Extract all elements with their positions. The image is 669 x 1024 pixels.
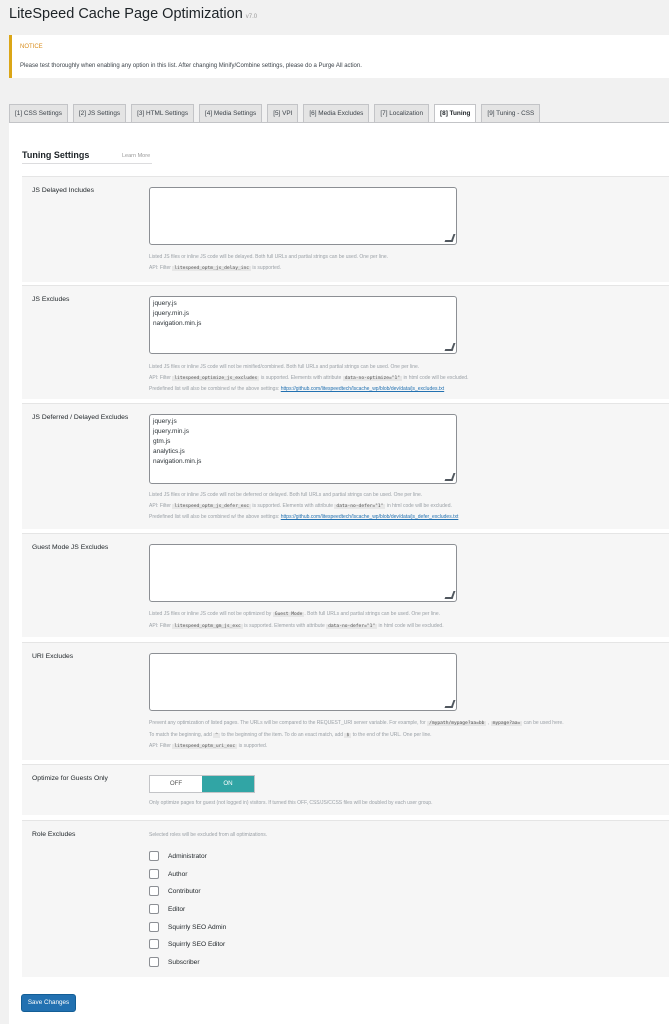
setting-description: Listed JS files or inline JS code will n… (149, 364, 469, 392)
setting-label: URI Excludes (32, 653, 74, 660)
notice-title: NOTICE (20, 44, 43, 50)
notice-box: NOTICE Please test thoroughly when enabl… (9, 35, 669, 78)
tab-bar: [1] CSS Settings [2] JS Settings [3] HTM… (9, 104, 545, 123)
tab-css-settings[interactable]: [1] CSS Settings (9, 104, 68, 123)
tab-localization[interactable]: [7] Localization (374, 104, 430, 123)
tab-vpi[interactable]: [5] VPI (267, 104, 299, 123)
setting-description: Listed JS files or inline JS code will n… (149, 611, 444, 629)
setting-js-excludes: JS Excludes jquery.js jquery.min.js navi… (22, 285, 669, 399)
tab-tuning[interactable]: [8] Tuning (434, 104, 477, 123)
role-checkbox[interactable] (149, 939, 159, 949)
setting-description: Prevent any optimization of listed pages… (149, 720, 564, 749)
section-title: Tuning Settings (22, 150, 90, 160)
resize-handle-icon[interactable] (444, 700, 456, 708)
js-deferred-excludes-textarea[interactable]: jquery.js jquery.min.js gtm.js analytics… (149, 414, 457, 484)
role-checkbox-row[interactable]: Squirrly SEO Admin (149, 921, 226, 933)
setting-label: Guest Mode JS Excludes (32, 544, 109, 551)
role-checkbox-row[interactable]: Subscriber (149, 956, 200, 968)
title-divider (22, 163, 152, 164)
role-checkbox[interactable] (149, 869, 159, 879)
setting-label: Optimize for Guests Only (32, 775, 108, 782)
learn-more-link[interactable]: Learn More (122, 153, 150, 159)
role-checkbox[interactable] (149, 886, 159, 896)
setting-optimize-guests-only: Optimize for Guests Only OFF ON Only opt… (22, 764, 669, 815)
role-checkbox[interactable] (149, 922, 159, 932)
resize-handle-icon[interactable] (444, 343, 456, 351)
notice-text: Please test thoroughly when enabling any… (20, 63, 362, 69)
js-excludes-list-link[interactable]: https://github.com/litespeedtech/lscache… (281, 386, 444, 392)
setting-role-excludes: Role Excludes Selected roles will be exc… (22, 820, 669, 977)
resize-handle-icon[interactable] (444, 473, 456, 481)
settings-panel: Tuning Settings Learn More JS Delayed In… (9, 122, 669, 1024)
setting-guest-mode-js-excludes: Guest Mode JS Excludes Listed JS files o… (22, 533, 669, 637)
setting-description: Selected roles will be excluded from all… (149, 832, 268, 838)
setting-js-delayed-includes: JS Delayed Includes Listed JS files or i… (22, 176, 669, 282)
tab-media-excludes[interactable]: [6] Media Excludes (303, 104, 370, 123)
tab-media-settings[interactable]: [4] Media Settings (199, 104, 263, 123)
setting-label: JS Excludes (32, 296, 70, 303)
tab-html-settings[interactable]: [3] HTML Settings (131, 104, 195, 123)
setting-label: JS Deferred / Delayed Excludes (32, 414, 129, 421)
js-delayed-includes-textarea[interactable] (149, 187, 457, 245)
role-checkbox-row[interactable]: Contributor (149, 885, 201, 897)
setting-uri-excludes: URI Excludes Prevent any optimization of… (22, 642, 669, 760)
role-checkbox-row[interactable]: Administrator (149, 850, 207, 862)
role-checkbox-row[interactable]: Editor (149, 903, 185, 915)
role-checkbox[interactable] (149, 957, 159, 967)
role-checkbox-row[interactable]: Squirrly SEO Editor (149, 938, 225, 950)
guest-mode-js-excludes-textarea[interactable] (149, 544, 457, 602)
role-checkbox[interactable] (149, 851, 159, 861)
role-checkbox-row[interactable]: Author (149, 868, 187, 880)
save-changes-button[interactable]: Save Changes (21, 994, 76, 1012)
tab-tuning-css[interactable]: [9] Tuning - CSS (481, 104, 541, 123)
guests-only-toggle[interactable]: OFF ON (149, 775, 255, 793)
tab-js-settings[interactable]: [2] JS Settings (72, 104, 127, 123)
toggle-off-option[interactable]: OFF (150, 776, 202, 792)
toggle-on-option[interactable]: ON (202, 776, 254, 792)
setting-js-deferred-excludes: JS Deferred / Delayed Excludes jquery.js… (22, 403, 669, 529)
resize-handle-icon[interactable] (444, 591, 456, 599)
setting-description: Only optimize pages for guest (not logge… (149, 800, 433, 806)
uri-excludes-textarea[interactable] (149, 653, 457, 711)
setting-label: Role Excludes (32, 831, 76, 838)
role-checkbox[interactable] (149, 904, 159, 914)
setting-label: JS Delayed Includes (32, 187, 94, 194)
version-label: v7.0 (245, 14, 258, 20)
setting-description: Listed JS files or inline JS code will b… (149, 254, 389, 271)
resize-handle-icon[interactable] (444, 234, 456, 242)
js-defer-list-link[interactable]: https://github.com/litespeedtech/lscache… (281, 514, 459, 520)
js-excludes-textarea[interactable]: jquery.js jquery.min.js navigation.min.j… (149, 296, 457, 354)
setting-description: Listed JS files or inline JS code will n… (149, 492, 459, 520)
page-title: LiteSpeed Cache Page Optimization v7.0 (9, 6, 258, 22)
